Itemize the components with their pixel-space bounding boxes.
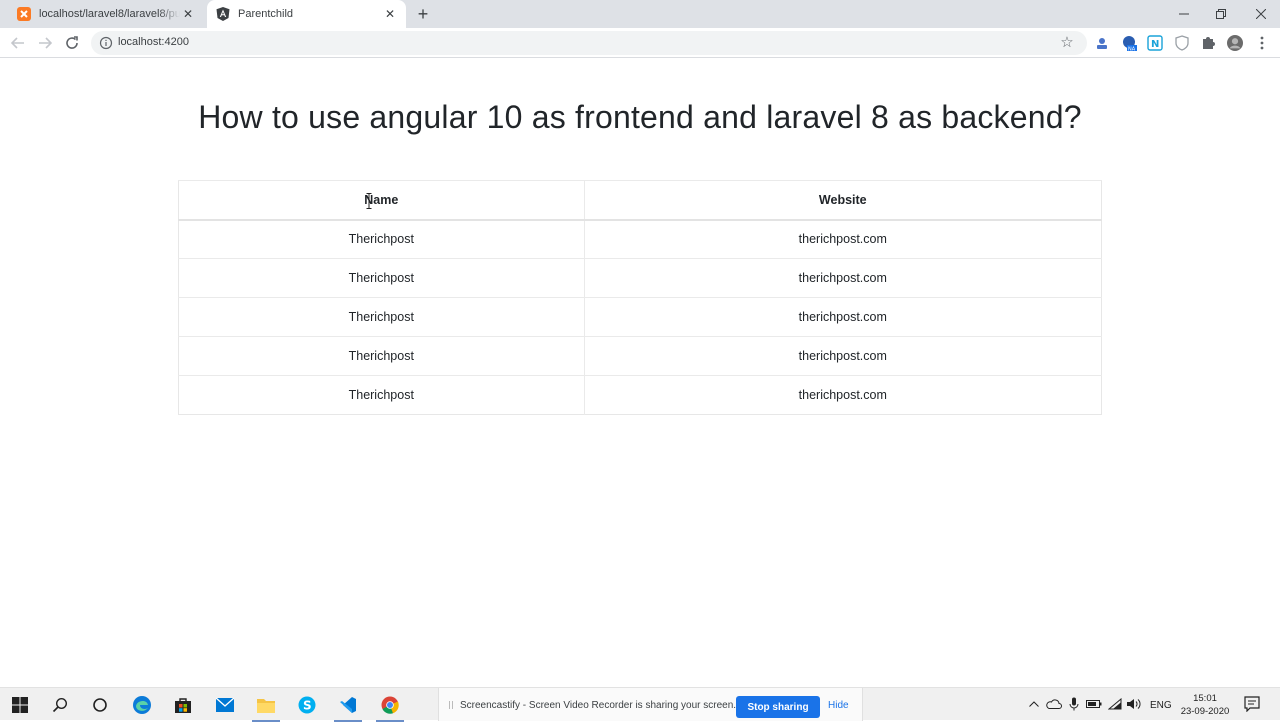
shield-icon[interactable] [1174, 35, 1190, 51]
forward-button[interactable] [35, 33, 55, 53]
bookmark-star-icon[interactable]: ☆ [1059, 35, 1075, 51]
name-cell: Therichpost [178, 336, 585, 376]
chevron-up-icon[interactable] [1026, 696, 1042, 712]
tab-strip: localhost/laravel8/laravel8/public/ ✕ Pa… [0, 0, 1280, 28]
column-header-name: Name [178, 180, 585, 221]
angular-icon [216, 7, 230, 21]
data-table: Name Website Therichpost therichpost.com… [178, 180, 1102, 415]
website-cell: therichpost.com [584, 375, 1102, 415]
hide-banner-button[interactable]: Hide [828, 700, 849, 711]
svg-text:S: S [303, 699, 312, 713]
website-cell: therichpost.com [584, 258, 1102, 298]
search-icon[interactable] [50, 695, 70, 715]
close-window-button[interactable] [1242, 0, 1280, 28]
skype-icon[interactable]: S [297, 695, 317, 715]
close-tab-icon[interactable]: ✕ [382, 6, 398, 22]
tab-title: localhost/laravel8/laravel8/public/ [39, 8, 180, 20]
stop-sharing-button[interactable]: Stop sharing [736, 696, 820, 718]
restore-button[interactable] [1202, 0, 1240, 28]
address-bar[interactable]: localhost:4200 ☆ [91, 31, 1087, 55]
screen-share-banner: Screencastify - Screen Video Recorder is… [438, 688, 863, 721]
browser-toolbar: localhost:4200 ☆ NA N [0, 28, 1280, 58]
table-header-row: Name Website [178, 180, 1102, 221]
store-icon[interactable] [173, 695, 193, 715]
info-icon[interactable] [99, 36, 113, 50]
column-header-website: Website [584, 180, 1102, 221]
table-row: Therichpost therichpost.com [178, 375, 1102, 415]
xampp-icon [17, 7, 31, 21]
url-text[interactable]: localhost:4200 [118, 36, 189, 48]
table-row: Therichpost therichpost.com [178, 258, 1102, 298]
table-row: Therichpost therichpost.com [178, 336, 1102, 376]
edge-icon[interactable] [132, 695, 152, 715]
translate-extension-icon[interactable]: NA [1121, 35, 1137, 51]
notification-center-icon[interactable] [1244, 696, 1260, 713]
table-row: Therichpost therichpost.com [178, 219, 1102, 259]
mail-icon[interactable] [215, 695, 235, 715]
page-title: How to use angular 10 as frontend and la… [198, 99, 1082, 135]
microphone-icon[interactable] [1066, 696, 1082, 712]
back-button[interactable] [8, 33, 28, 53]
cortana-icon[interactable] [90, 695, 110, 715]
table-row: Therichpost therichpost.com [178, 297, 1102, 337]
menu-kebab-icon[interactable] [1254, 35, 1270, 51]
onedrive-icon[interactable] [1046, 696, 1062, 712]
avatar[interactable] [1227, 35, 1243, 51]
battery-icon[interactable] [1086, 696, 1102, 712]
minimize-button[interactable] [1165, 0, 1203, 28]
text-cursor-icon [366, 193, 372, 209]
svg-text:NA: NA [1128, 47, 1136, 52]
file-explorer-icon[interactable] [252, 695, 280, 722]
website-cell: therichpost.com [584, 336, 1102, 376]
page-content: How to use angular 10 as frontend and la… [0, 59, 1280, 687]
chrome-icon[interactable] [376, 695, 404, 722]
windows-start-icon[interactable] [10, 695, 30, 715]
name-cell: Therichpost [178, 375, 585, 415]
name-cell: Therichpost [178, 258, 585, 298]
new-tab-button[interactable]: + [414, 4, 432, 24]
extensions-puzzle-icon[interactable] [1200, 35, 1216, 51]
close-tab-icon[interactable]: ✕ [180, 6, 196, 22]
tab-title: Parentchild [238, 8, 294, 20]
tab-localhost-laravel[interactable]: localhost/laravel8/laravel8/public/ ✕ [8, 0, 204, 28]
website-cell: therichpost.com [584, 297, 1102, 337]
reload-button[interactable] [62, 33, 82, 53]
clock-date: 23-09-2020 [1180, 706, 1230, 717]
profile-extension-icon[interactable] [1094, 35, 1110, 51]
website-cell: therichpost.com [584, 219, 1102, 259]
tab-parentchild[interactable]: Parentchild ✕ [207, 0, 406, 28]
volume-icon[interactable] [1126, 696, 1142, 712]
name-cell: Therichpost [178, 219, 585, 259]
n-extension-icon[interactable]: N [1147, 35, 1163, 51]
vscode-icon[interactable] [334, 695, 362, 722]
share-status-text: Screencastify - Screen Video Recorder is… [460, 700, 737, 711]
input-language[interactable]: ENG [1150, 700, 1172, 711]
wifi-icon[interactable] [1107, 696, 1123, 712]
system-clock[interactable]: 15:01 23-09-2020 [1177, 692, 1233, 718]
name-cell: Therichpost [178, 297, 585, 337]
os-taskbar: S Screencastify - Screen Video Recorder … [0, 687, 1280, 722]
drag-grip-icon[interactable] [449, 701, 453, 709]
svg-text:N: N [1151, 39, 1159, 50]
clock-time: 15:01 [1193, 693, 1217, 704]
